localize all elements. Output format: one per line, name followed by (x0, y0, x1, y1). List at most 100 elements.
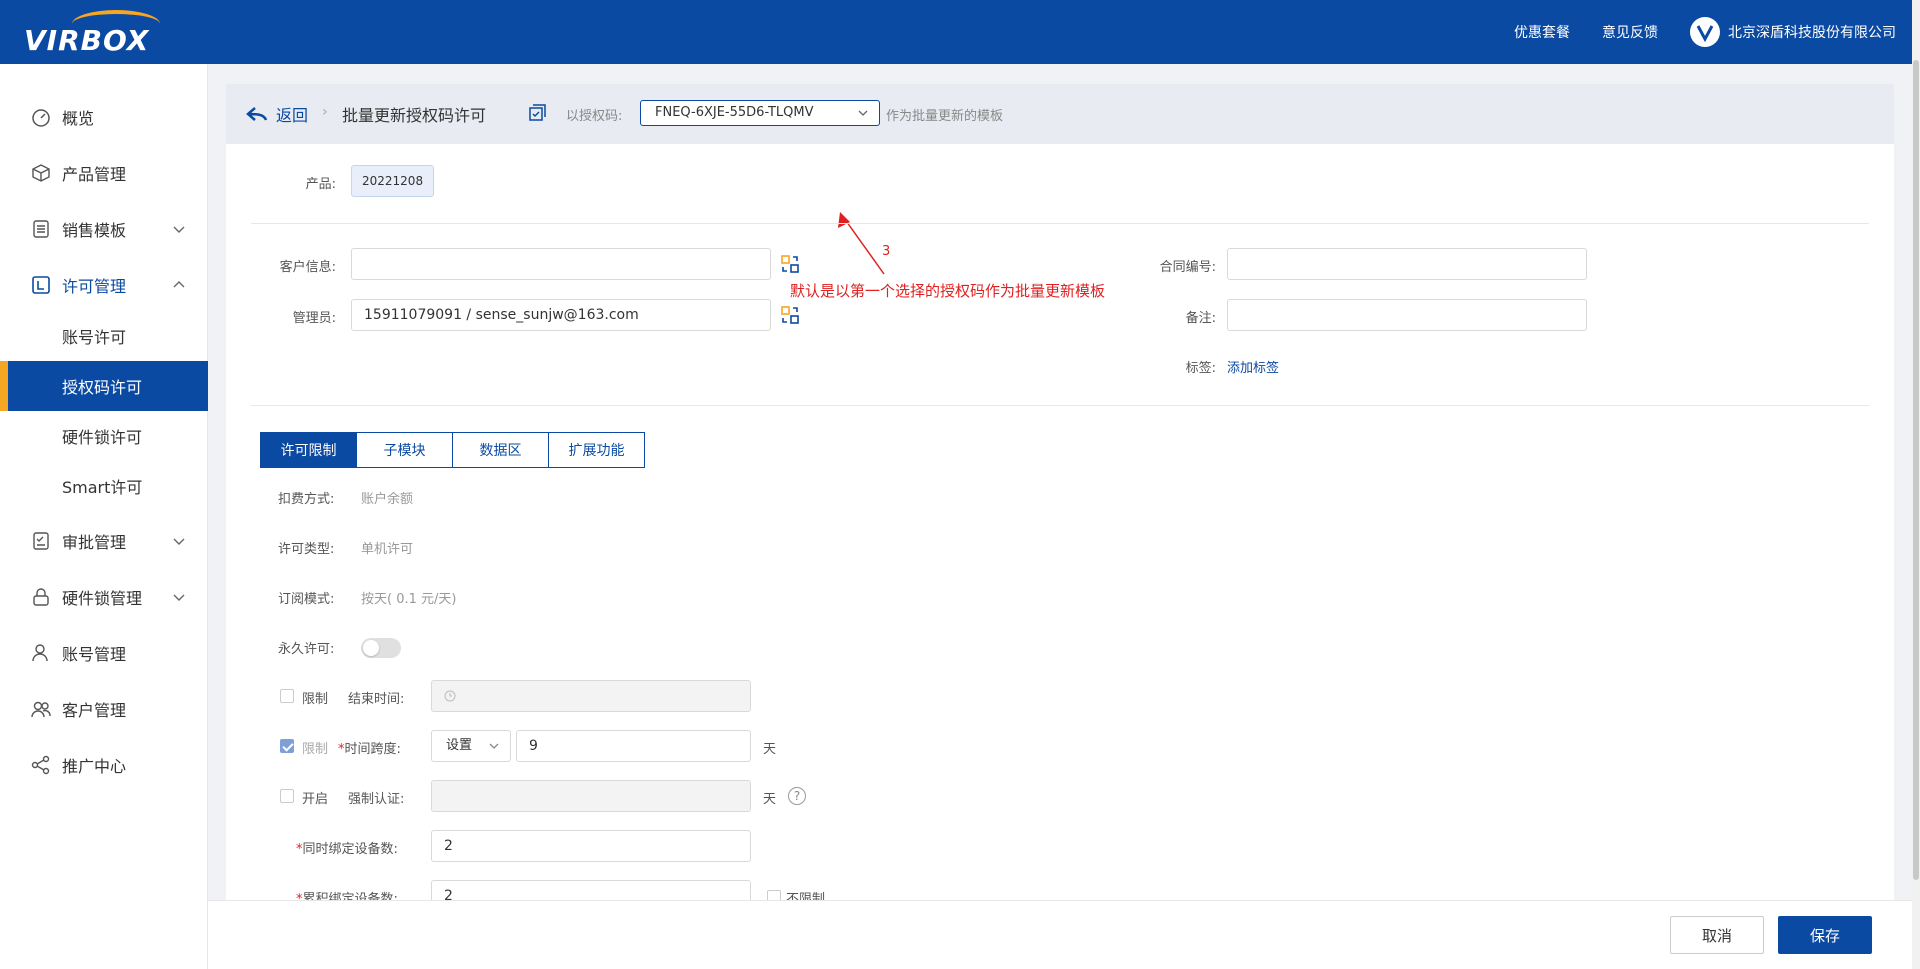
page-title: 批量更新授权码许可 (342, 106, 487, 125)
approval-icon (30, 530, 52, 552)
sidebar-item-label: 审批管理 (62, 533, 127, 552)
remark-field[interactable] (1227, 299, 1587, 331)
admin-field[interactable]: 15911079091 / sense_sunjw@163.com (351, 299, 771, 331)
tab-extensions[interactable]: 扩展功能 (548, 432, 645, 468)
help-icon[interactable]: ? (788, 787, 806, 805)
sidebar-item-label: 客户管理 (62, 701, 127, 720)
tab-submodules[interactable]: 子模块 (356, 432, 453, 468)
sidebar: 概览 产品管理 销售模板 许可管理 账号许可 授权码许可 硬件锁许可 Smart… (0, 64, 208, 969)
link-feedback[interactable]: 意见反馈 (1602, 22, 1658, 42)
template-authcode-select[interactable]: FNEQ-6XJE-55D6-TLQMV (640, 100, 880, 126)
copy-template-icon[interactable] (528, 104, 546, 122)
permanent-toggle[interactable] (361, 638, 401, 658)
time-span-input[interactable]: 9 (516, 730, 751, 762)
time-span-limit-checkbox[interactable] (280, 739, 294, 753)
scrollbar-thumb[interactable] (1913, 60, 1919, 880)
virbox-logo[interactable]: VIRBOX (24, 10, 176, 57)
sidebar-item-approval[interactable]: 审批管理 (0, 516, 208, 566)
add-tag-link[interactable]: 添加标签 (1227, 357, 1279, 376)
back-button[interactable]: 返回 (246, 102, 308, 126)
sidebar-item-label: 推广中心 (62, 757, 127, 776)
time-span-label: *时间跨度: (338, 742, 401, 757)
force-auth-field[interactable] (431, 780, 751, 812)
permanent-label: 永久许可: (278, 642, 335, 657)
end-time-field[interactable] (431, 680, 751, 712)
chevron-up-icon (173, 281, 185, 288)
sidebar-sub-smart-license[interactable]: Smart许可 (0, 461, 208, 511)
link-discount-plans[interactable]: 优惠套餐 (1514, 22, 1570, 42)
chevron-down-icon (173, 226, 185, 233)
sidebar-sub-hardware-license[interactable]: 硬件锁许可 (0, 411, 208, 461)
template-label: 以授权码: (566, 109, 623, 124)
sidebar-item-products[interactable]: 产品管理 (0, 148, 208, 198)
tags-label: 标签: (1185, 361, 1216, 376)
tab-license-limits[interactable]: 许可限制 (260, 432, 357, 468)
customer-label: 客户信息: (279, 260, 336, 275)
footer-actions: 取消 保存 (208, 900, 1912, 969)
force-auth-unit: 天 (763, 792, 777, 807)
license-icon (30, 274, 52, 296)
customer-field[interactable] (351, 248, 771, 280)
sidebar-item-label: 产品管理 (62, 165, 127, 184)
sidebar-sub-account-license[interactable]: 账号许可 (0, 311, 208, 361)
billing-value: 账户余额 (361, 492, 414, 507)
contract-field[interactable] (1227, 248, 1587, 280)
sidebar-item-label: 概览 (62, 109, 95, 128)
customer-select-icon[interactable] (780, 254, 800, 274)
end-time-limit-checkbox[interactable] (280, 689, 294, 703)
chevron-down-icon (173, 538, 185, 545)
sidebar-item-customers[interactable]: 客户管理 (0, 684, 208, 734)
dashboard-icon (30, 106, 52, 128)
share-icon (30, 754, 52, 776)
lock-icon (30, 586, 52, 608)
top-bar: VIRBOX 优惠套餐 意见反馈 北京深盾科技股份有限公司 (0, 0, 1920, 64)
customers-icon (30, 698, 52, 720)
sidebar-item-license-management[interactable]: 许可管理 (0, 260, 208, 310)
time-span-limit-label: 限制 (302, 742, 329, 757)
sidebar-item-hardware-lock[interactable]: 硬件锁管理 (0, 572, 208, 622)
time-span-mode-select[interactable]: 设置 (431, 730, 511, 762)
force-auth-enable-checkbox[interactable] (280, 789, 294, 803)
sidebar-item-overview[interactable]: 概览 (0, 92, 208, 142)
page-scrollbar[interactable] (1912, 0, 1920, 969)
clock-icon (444, 690, 456, 702)
force-auth-enable-label: 开启 (302, 792, 329, 807)
logo-text: VIRBOX (24, 24, 150, 57)
save-button[interactable]: 保存 (1778, 916, 1872, 954)
sidebar-sub-authcode-license[interactable]: 授权码许可 (0, 361, 208, 411)
time-span-mode-value: 设置 (446, 738, 473, 753)
chevron-down-icon (489, 743, 499, 749)
template-suffix: 作为批量更新的模板 (886, 109, 1004, 124)
template-icon (30, 218, 52, 240)
subscription-label: 订阅模式: (278, 592, 335, 607)
divider (251, 405, 1869, 406)
sidebar-item-accounts[interactable]: 账号管理 (0, 628, 208, 678)
sidebar-item-sales-templates[interactable]: 销售模板 (0, 204, 208, 254)
end-time-label: 结束时间: (348, 692, 405, 707)
license-type-label: 许可类型: (278, 542, 335, 557)
chevron-down-icon (858, 110, 868, 116)
back-arrow-icon (246, 107, 268, 121)
cube-icon (30, 162, 52, 184)
remark-label: 备注: (1185, 311, 1216, 326)
sidebar-item-label: 硬件锁管理 (62, 589, 143, 608)
sidebar-item-promotion[interactable]: 推广中心 (0, 740, 208, 790)
annotation-arrow (838, 212, 885, 275)
page-header: 返回 › 批量更新授权码许可 以授权码: FNEQ-6XJE-55D6-TLQM… (226, 84, 1894, 144)
main-content: 返回 › 批量更新授权码许可 以授权码: FNEQ-6XJE-55D6-TLQM… (226, 84, 1894, 912)
sidebar-item-label: 账号管理 (62, 645, 127, 664)
annotation-number: 3 (882, 244, 891, 259)
company-menu[interactable]: 北京深盾科技股份有限公司 (1690, 17, 1896, 47)
cancel-button[interactable]: 取消 (1670, 916, 1764, 954)
billing-label: 扣费方式: (278, 492, 335, 507)
time-span-unit: 天 (763, 742, 777, 757)
end-time-limit-label: 限制 (302, 692, 329, 707)
user-icon (30, 642, 52, 664)
top-links: 优惠套餐 意见反馈 北京深盾科技股份有限公司 (1514, 0, 1896, 64)
tab-data-area[interactable]: 数据区 (452, 432, 549, 468)
admin-select-icon[interactable] (780, 305, 800, 325)
license-type-value: 单机许可 (361, 542, 414, 557)
chevron-down-icon (173, 594, 185, 601)
subscription-value: 按天( 0.1 元/天) (361, 592, 457, 607)
concurrent-devices-input[interactable]: 2 (431, 830, 751, 862)
